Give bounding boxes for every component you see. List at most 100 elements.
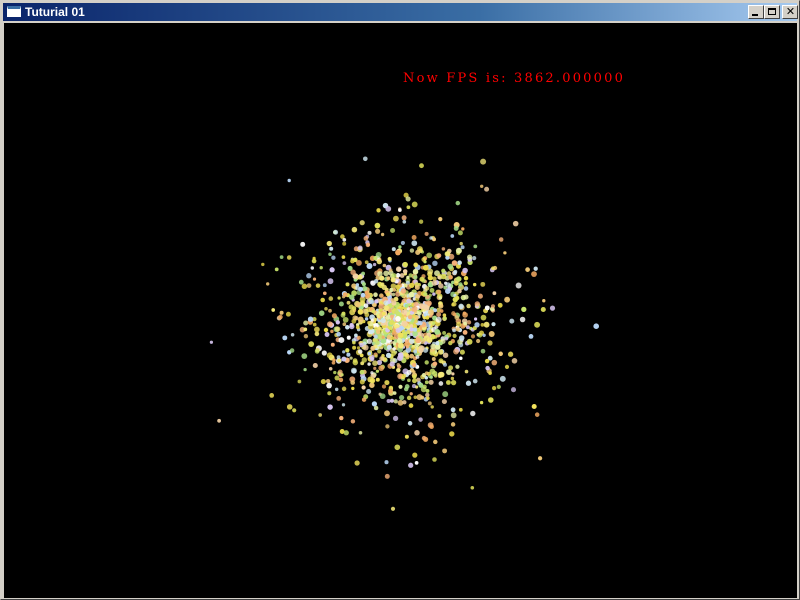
particle bbox=[416, 394, 423, 401]
close-button[interactable]: ✕ bbox=[782, 5, 798, 19]
particle bbox=[351, 226, 358, 233]
particle bbox=[458, 282, 463, 287]
particle bbox=[419, 276, 425, 282]
particle bbox=[335, 320, 340, 325]
minimize-button[interactable] bbox=[748, 5, 764, 19]
particle bbox=[279, 310, 284, 315]
render-viewport[interactable]: Now FPS is: 3862.000000 bbox=[4, 23, 797, 598]
particle bbox=[456, 276, 462, 282]
particle bbox=[482, 333, 486, 337]
particle bbox=[348, 294, 355, 300]
particle bbox=[376, 258, 383, 265]
particle bbox=[338, 301, 344, 307]
particle bbox=[328, 308, 332, 313]
particle bbox=[480, 323, 485, 327]
particle bbox=[390, 228, 396, 233]
particle bbox=[407, 421, 413, 426]
particle bbox=[359, 379, 365, 385]
particle bbox=[327, 391, 332, 396]
particle bbox=[373, 292, 378, 297]
particle bbox=[421, 304, 427, 310]
particle bbox=[217, 418, 221, 423]
app-window: Tuturial 01 ✕ Now FPS is: 3862.000000 bbox=[0, 0, 800, 600]
particle bbox=[451, 303, 455, 307]
particle bbox=[454, 315, 460, 320]
particle bbox=[491, 266, 495, 271]
particle bbox=[360, 292, 366, 298]
particle bbox=[380, 294, 384, 298]
particle bbox=[356, 335, 361, 340]
particle bbox=[484, 305, 490, 311]
particle bbox=[409, 338, 415, 345]
particle bbox=[473, 244, 478, 249]
particle bbox=[428, 379, 434, 385]
particle bbox=[352, 345, 357, 350]
particle bbox=[450, 407, 456, 413]
particle bbox=[322, 283, 327, 288]
particle bbox=[381, 353, 385, 358]
particle bbox=[415, 355, 420, 359]
particle bbox=[439, 341, 443, 346]
particle bbox=[404, 384, 410, 389]
particle bbox=[406, 369, 412, 376]
particle bbox=[373, 366, 377, 371]
particle bbox=[419, 163, 424, 169]
particle bbox=[431, 357, 436, 361]
particle bbox=[397, 342, 404, 349]
particle bbox=[345, 348, 350, 353]
particle bbox=[342, 322, 347, 327]
particle bbox=[385, 424, 390, 429]
particle bbox=[385, 206, 392, 212]
particle bbox=[408, 291, 415, 298]
particle bbox=[438, 217, 443, 222]
particle bbox=[322, 291, 327, 296]
particle bbox=[396, 338, 403, 344]
particle bbox=[354, 333, 358, 338]
particle bbox=[510, 387, 517, 393]
particle bbox=[412, 268, 419, 275]
particle bbox=[496, 384, 501, 389]
particle bbox=[428, 320, 433, 326]
particle bbox=[346, 335, 351, 340]
particle bbox=[444, 336, 449, 341]
particle bbox=[406, 334, 411, 339]
window-icon[interactable] bbox=[7, 6, 21, 17]
particle bbox=[402, 269, 408, 274]
particle bbox=[418, 382, 424, 388]
particle bbox=[424, 376, 429, 380]
particle bbox=[534, 321, 541, 328]
particle bbox=[515, 282, 522, 289]
particle bbox=[375, 228, 381, 234]
particle bbox=[349, 309, 356, 316]
particle bbox=[451, 372, 455, 376]
particle bbox=[412, 327, 418, 332]
particle bbox=[392, 391, 397, 395]
particle bbox=[320, 297, 325, 303]
particle bbox=[438, 301, 442, 305]
particle bbox=[328, 296, 334, 301]
particle bbox=[438, 381, 444, 386]
particle bbox=[358, 431, 363, 435]
particle bbox=[479, 400, 484, 405]
particle bbox=[474, 322, 480, 328]
particle bbox=[303, 327, 308, 332]
particle bbox=[364, 260, 369, 265]
particle bbox=[491, 385, 497, 391]
particle bbox=[425, 388, 430, 393]
particle bbox=[402, 400, 407, 405]
particle bbox=[483, 321, 490, 328]
particle bbox=[442, 352, 449, 358]
particle bbox=[359, 369, 365, 375]
particle bbox=[384, 473, 390, 479]
particle bbox=[451, 311, 456, 316]
particle bbox=[402, 219, 407, 224]
particle bbox=[424, 360, 429, 365]
particle bbox=[349, 356, 353, 360]
particle bbox=[472, 256, 477, 261]
maximize-button[interactable] bbox=[764, 5, 780, 19]
particle bbox=[379, 393, 386, 400]
particle bbox=[457, 230, 463, 236]
particle bbox=[474, 317, 478, 321]
fps-counter: Now FPS is: 3862.000000 bbox=[403, 71, 626, 86]
title-bar[interactable]: Tuturial 01 ✕ bbox=[3, 3, 798, 21]
